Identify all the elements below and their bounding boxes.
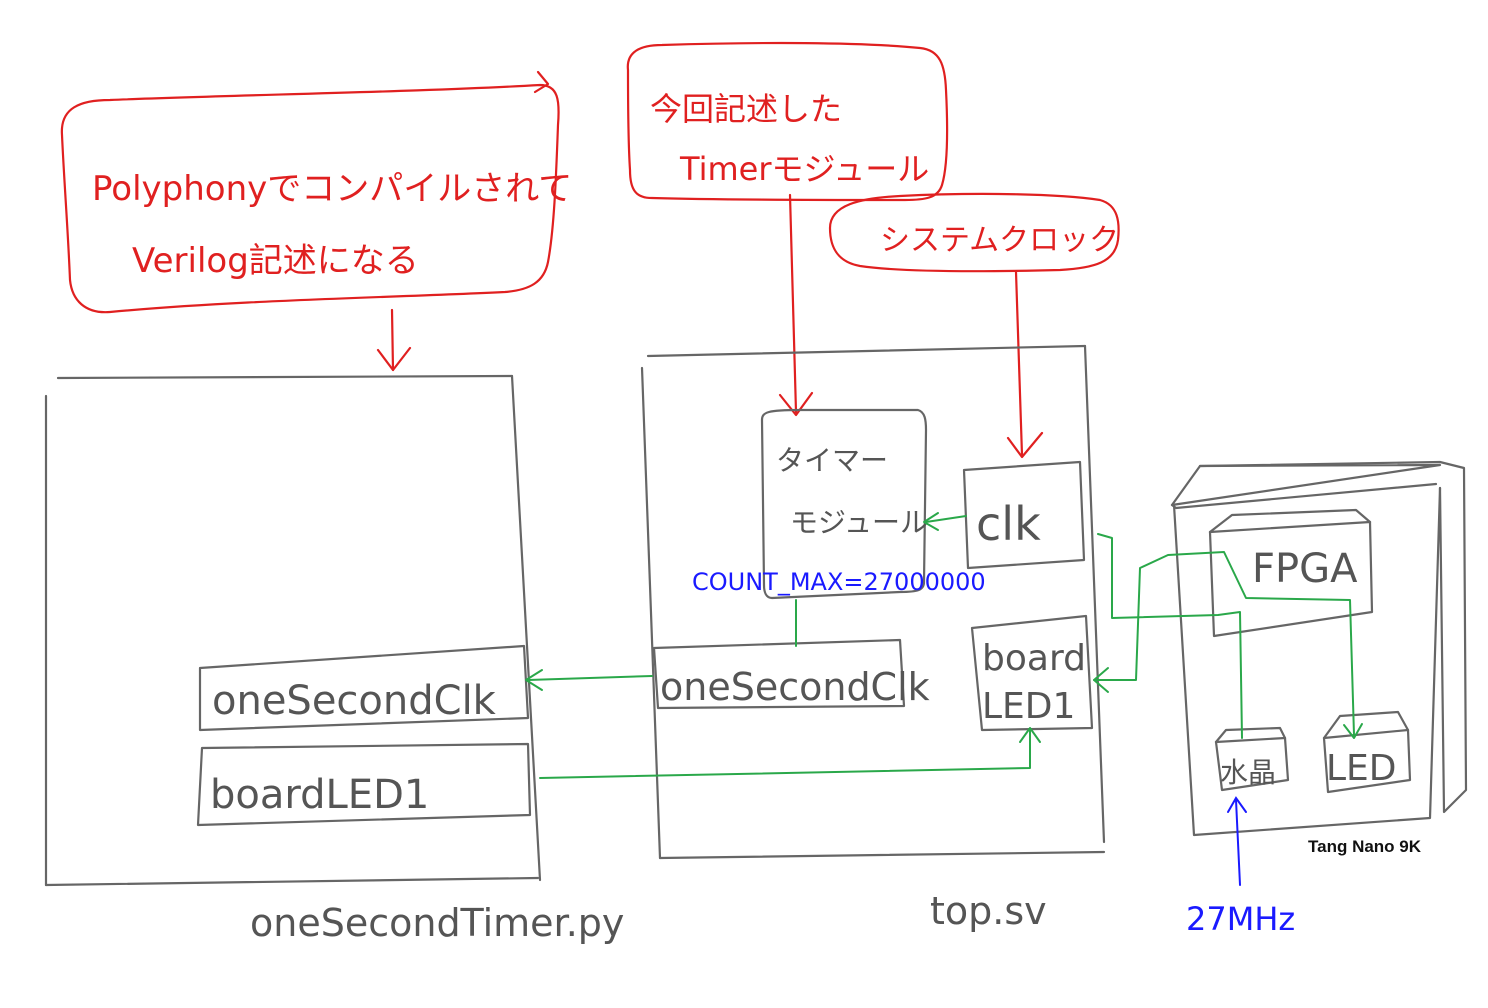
top-module-caption: top.sv [930,889,1047,933]
timer-submodule-line1: タイマー [776,444,888,477]
clk-port: clk [962,460,1086,570]
polyphony-callout-line2: Verilog記述になる [132,241,419,281]
top-port-onesecondclk-label: oneSecondClk [660,665,930,709]
clock-frequency: 27MHz [1186,900,1295,938]
tang-nano-board: FPGA 水晶 LED Tang Nano 9K [1170,460,1468,856]
top-port-boardled1-line1: board [982,638,1086,679]
top-module: タイマー モジュール COUNT_MAX=27000000 clk oneSec… [640,344,1106,933]
left-port-boardled1: boardLED1 [196,742,532,827]
clk-port-label: clk [976,497,1041,551]
clock-arrow [1006,270,1044,459]
left-module-caption: oneSecondTimer.py [250,901,624,945]
left-port-onesecondclk-label: oneSecondClk [212,678,497,724]
diagram-canvas: Polyphonyでコンパイルされて Verilog記述になる 今回記述した T… [44,41,1468,945]
clock-callout-label: システムクロック [880,223,1119,258]
top-port-boardled1: board LED1 [970,614,1094,732]
timer-callout-line2: Timerモジュール [679,150,929,188]
timer-arrow [778,193,814,417]
polyphony-callout-line1: Polyphonyでコンパイルされて [92,169,572,209]
count-max-param: COUNT_MAX=27000000 [692,568,986,596]
left-module: oneSecondClk boardLED1 oneSecondTimer.py [44,374,624,945]
polyphony-callout: Polyphonyでコンパイルされて Verilog記述になる [60,70,572,314]
timer-callout: 今回記述した Timerモジュール [626,41,949,202]
led-label: LED [1326,748,1397,789]
top-port-onesecondclk: oneSecondClk [652,638,930,710]
crystal-label: 水晶 [1220,756,1276,789]
left-port-onesecondclk: oneSecondClk [198,644,530,732]
timer-submodule-line2: モジュール [790,506,928,539]
top-port-boardled1-line2: LED1 [982,686,1075,727]
fpga-chip-label: FPGA [1252,546,1358,592]
polyphony-arrow [376,308,412,372]
led-component: LED [1322,710,1412,794]
crystal-component: 水晶 [1214,726,1290,792]
board-name: Tang Nano 9K [1308,837,1422,856]
left-port-boardled1-label: boardLED1 [210,772,429,818]
clock-callout: システムクロック [828,192,1120,273]
clock-input-arrow [1227,796,1247,886]
timer-callout-line1: 今回記述した [650,90,842,128]
